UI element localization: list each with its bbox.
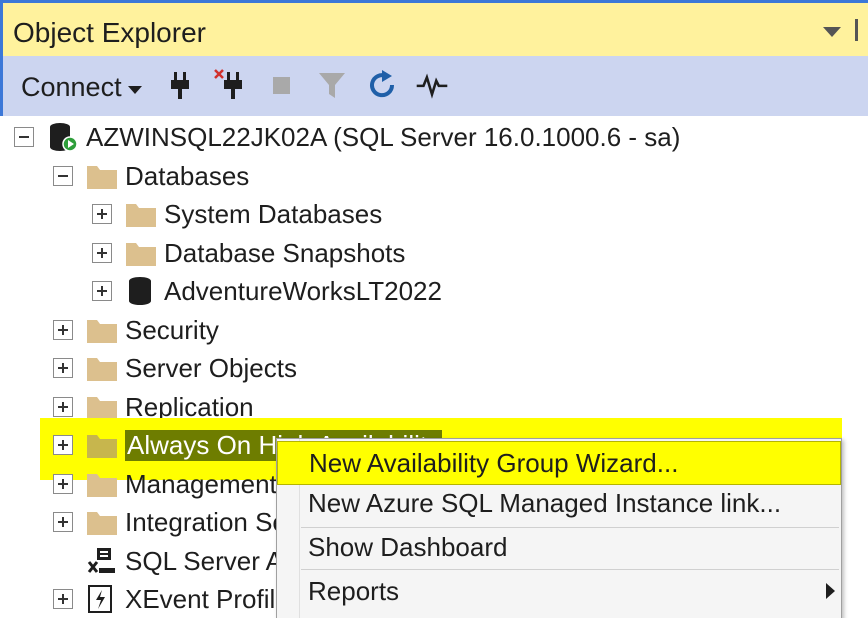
tree-node-adventureworks[interactable]: AdventureWorksLT2022 — [92, 272, 442, 310]
context-menu: New Availability Group Wizard... New Azu… — [276, 438, 842, 618]
tree-node-security[interactable]: Security — [53, 311, 219, 349]
pin-icon[interactable] — [855, 19, 868, 41]
folder-icon — [87, 166, 117, 189]
menu-item-reports[interactable]: Reports — [277, 569, 841, 613]
tree-node-xevent-profiler[interactable]: XEvent Profiler — [53, 580, 298, 618]
expand-toggle[interactable] — [53, 512, 73, 532]
refresh-icon[interactable] — [365, 68, 399, 102]
menu-item-new-availability-group-wizard[interactable]: New Availability Group Wizard... — [277, 441, 841, 485]
expand-toggle[interactable] — [92, 281, 112, 301]
tree-label: Management — [125, 468, 277, 499]
folder-icon — [87, 435, 117, 458]
menu-item-show-dashboard[interactable]: Show Dashboard — [277, 525, 841, 569]
tree-node-server-objects[interactable]: Server Objects — [53, 349, 297, 387]
tree-node-server[interactable]: AZWINSQL22JK02A (SQL Server 16.0.1000.6 … — [14, 118, 680, 156]
tree-label: System Databases — [164, 198, 383, 229]
expand-toggle[interactable] — [53, 397, 73, 417]
expand-toggle[interactable] — [92, 204, 112, 224]
tree-label: AZWINSQL22JK02A (SQL Server 16.0.1000.6 … — [86, 121, 681, 152]
collapse-toggle[interactable] — [14, 127, 34, 147]
tree-label: XEvent Profiler — [125, 583, 299, 614]
expand-toggle[interactable] — [53, 358, 73, 378]
folder-icon — [87, 320, 117, 343]
submenu-arrow-icon — [826, 583, 835, 599]
database-icon — [129, 277, 151, 305]
expand-toggle[interactable] — [53, 589, 73, 609]
collapse-toggle[interactable] — [53, 166, 73, 186]
connect-button[interactable]: Connect — [21, 72, 122, 103]
connect-dropdown-icon[interactable] — [128, 86, 142, 94]
tree-label: Security — [125, 314, 219, 345]
xevent-profiler-icon — [88, 585, 112, 613]
expand-toggle[interactable] — [53, 474, 73, 494]
menu-item-new-azure-sql-mi-link[interactable]: New Azure SQL Managed Instance link... — [277, 481, 841, 525]
folder-icon — [87, 474, 117, 497]
sql-agent-stopped-icon — [87, 548, 115, 573]
folder-icon — [126, 204, 156, 227]
tree-node-database-snapshots[interactable]: Database Snapshots — [92, 234, 405, 272]
filter-icon[interactable] — [315, 68, 349, 102]
tree-node-databases[interactable]: Databases — [53, 157, 249, 195]
menu-item-label: Reports — [308, 575, 400, 606]
connect-plug-icon[interactable] — [163, 68, 197, 102]
folder-icon — [87, 512, 117, 535]
expand-toggle[interactable] — [92, 243, 112, 263]
object-explorer-toolbar: Connect — [0, 56, 868, 116]
server-connected-icon — [50, 123, 78, 152]
folder-icon — [126, 243, 156, 266]
stop-icon[interactable] — [265, 68, 299, 102]
object-explorer-titlebar: Object Explorer — [0, 0, 868, 56]
expand-toggle[interactable] — [53, 320, 73, 340]
tree-node-management[interactable]: Management — [53, 465, 277, 503]
panel-title: Object Explorer — [13, 17, 206, 48]
folder-icon — [87, 358, 117, 381]
activity-monitor-icon[interactable] — [415, 68, 449, 102]
window-position-dropdown-icon[interactable] — [823, 27, 841, 37]
expand-toggle[interactable] — [53, 435, 73, 455]
tree-label: Server Objects — [125, 352, 297, 383]
tree-label: Database Snapshots — [164, 237, 406, 268]
disconnect-plug-icon[interactable] — [213, 68, 247, 102]
tree-node-system-databases[interactable]: System Databases — [92, 195, 382, 233]
tree-label: Databases — [125, 160, 250, 191]
tree-label: AdventureWorksLT2022 — [164, 275, 442, 306]
